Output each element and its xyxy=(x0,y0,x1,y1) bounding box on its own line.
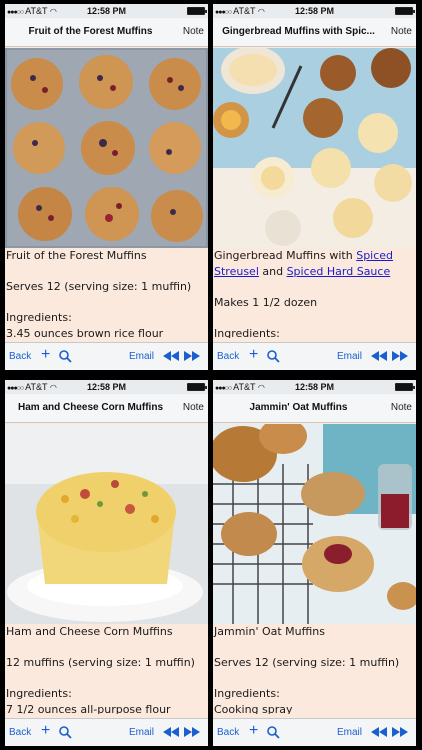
nav-bar: Ham and Cheese Corn Muffins Note xyxy=(5,394,208,423)
recipe-photo xyxy=(5,424,208,624)
note-button[interactable]: Note xyxy=(183,26,204,37)
email-button[interactable]: Email xyxy=(337,727,362,738)
screen-gingerbread-muffins: ●●●○○ AT&T ◠ 12:58 PM Gingerbread Muffin… xyxy=(213,4,416,370)
page-title: Fruit of the Forest Muffins xyxy=(28,26,153,37)
fast-forward-icon[interactable] xyxy=(183,727,201,737)
magnifier-icon[interactable] xyxy=(266,349,280,363)
screen-jammin-oat-muffins: ●●●○○ AT&T ◠ 12:58 PM Jammin' Oat Muffin… xyxy=(213,380,416,746)
back-button[interactable]: Back xyxy=(9,727,31,738)
recipe-heading: Ham and Cheese Corn Muffins xyxy=(6,625,173,638)
recipe-servings: Serves 12 (serving size: 1 muffin) xyxy=(6,280,192,293)
ingredients-heading: Ingredients: xyxy=(6,687,72,700)
ingredients-heading: Ingredients: xyxy=(214,326,280,339)
status-bar: ●●●○○ AT&T ◠ 12:58 PM xyxy=(5,380,208,394)
ingredient-line: Cooking spray xyxy=(214,702,293,715)
and-text: and xyxy=(262,264,284,278)
magnifier-icon[interactable] xyxy=(58,349,72,363)
page-title: Jammin' Oat Muffins xyxy=(249,402,348,413)
rewind-icon[interactable] xyxy=(162,351,180,361)
recipe-text: Jammin' Oat Muffins Serves 12 (serving s… xyxy=(213,624,416,714)
nav-bar: Fruit of the Forest Muffins Note xyxy=(5,18,208,47)
page-title: Ham and Cheese Corn Muffins xyxy=(17,402,164,413)
plus-icon[interactable]: + xyxy=(41,346,50,364)
status-bar: ●●●○○ AT&T ◠ 12:58 PM xyxy=(5,4,208,18)
rewind-icon[interactable] xyxy=(370,351,388,361)
spiced-link[interactable]: Spiced xyxy=(356,249,393,262)
battery-icon xyxy=(395,383,415,391)
recipe-photo xyxy=(213,424,416,624)
clock: 12:58 PM xyxy=(294,6,335,16)
recipe-photo xyxy=(5,48,208,248)
status-bar: ●●●○○ AT&T ◠ 12:58 PM xyxy=(213,4,416,18)
fast-forward-icon[interactable] xyxy=(391,351,409,361)
recipe-heading: Fruit of the Forest Muffins xyxy=(6,249,147,262)
screen-fruit-forest-muffins: ●●●○○ AT&T ◠ 12:58 PM Fruit of the Fores… xyxy=(5,4,208,370)
status-bar: ●●●○○ AT&T ◠ 12:58 PM xyxy=(213,380,416,394)
recipe-text: Fruit of the Forest Muffins Serves 12 (s… xyxy=(5,248,208,338)
recipe-text: Ham and Cheese Corn Muffins 12 muffins (… xyxy=(5,624,208,714)
bottom-toolbar: Back + Email xyxy=(5,342,208,370)
plus-icon[interactable]: + xyxy=(249,346,258,364)
ingredient-line: 7 1/2 ounces all-purpose flour xyxy=(6,702,171,715)
email-button[interactable]: Email xyxy=(337,351,362,362)
clock: 12:58 PM xyxy=(86,382,127,392)
back-button[interactable]: Back xyxy=(9,351,31,362)
rewind-icon[interactable] xyxy=(162,727,180,737)
page-title: Gingerbread Muffins with Spic... xyxy=(222,26,375,37)
fast-forward-icon[interactable] xyxy=(183,351,201,361)
recipe-text: Gingerbread Muffins with Spiced Streusel… xyxy=(213,248,416,338)
rewind-icon[interactable] xyxy=(370,727,388,737)
battery-icon xyxy=(187,383,207,391)
back-button[interactable]: Back xyxy=(217,351,239,362)
plus-icon[interactable]: + xyxy=(41,722,50,740)
email-button[interactable]: Email xyxy=(129,351,154,362)
recipe-servings: 12 muffins (serving size: 1 muffin) xyxy=(6,656,195,669)
bottom-toolbar: Back + Email xyxy=(5,718,208,746)
clock: 12:58 PM xyxy=(86,6,127,16)
recipe-heading: Gingerbread Muffins with xyxy=(214,249,353,262)
recipe-photo xyxy=(213,48,416,248)
back-button[interactable]: Back xyxy=(217,727,239,738)
ingredients-heading: Ingredients: xyxy=(6,311,72,324)
plus-icon[interactable]: + xyxy=(249,722,258,740)
recipe-servings: Serves 12 (serving size: 1 muffin) xyxy=(214,656,400,669)
email-button[interactable]: Email xyxy=(129,727,154,738)
ingredients-heading: Ingredients: xyxy=(214,687,280,700)
bottom-toolbar: Back + Email xyxy=(213,342,416,370)
note-button[interactable]: Note xyxy=(391,26,412,37)
battery-icon xyxy=(187,7,207,15)
note-button[interactable]: Note xyxy=(391,402,412,413)
clock: 12:58 PM xyxy=(294,382,335,392)
battery-icon xyxy=(395,7,415,15)
recipe-heading: Jammin' Oat Muffins xyxy=(214,625,325,638)
nav-bar: Jammin' Oat Muffins Note xyxy=(213,394,416,423)
fast-forward-icon[interactable] xyxy=(391,727,409,737)
screen-ham-cheese-corn-muffins: ●●●○○ AT&T ◠ 12:58 PM Ham and Cheese Cor… xyxy=(5,380,208,746)
magnifier-icon[interactable] xyxy=(58,725,72,739)
nav-bar: Gingerbread Muffins with Spic... Note xyxy=(213,18,416,47)
spiced-hard-sauce-link[interactable]: Spiced Hard Sauce xyxy=(287,265,391,278)
note-button[interactable]: Note xyxy=(183,402,204,413)
recipe-yield: Makes 1 1/2 dozen xyxy=(214,295,318,309)
magnifier-icon[interactable] xyxy=(266,725,280,739)
streusel-link[interactable]: Streusel xyxy=(214,265,259,278)
ingredient-line: 3.45 ounces brown rice flour xyxy=(6,326,164,339)
bottom-toolbar: Back + Email xyxy=(213,718,416,746)
